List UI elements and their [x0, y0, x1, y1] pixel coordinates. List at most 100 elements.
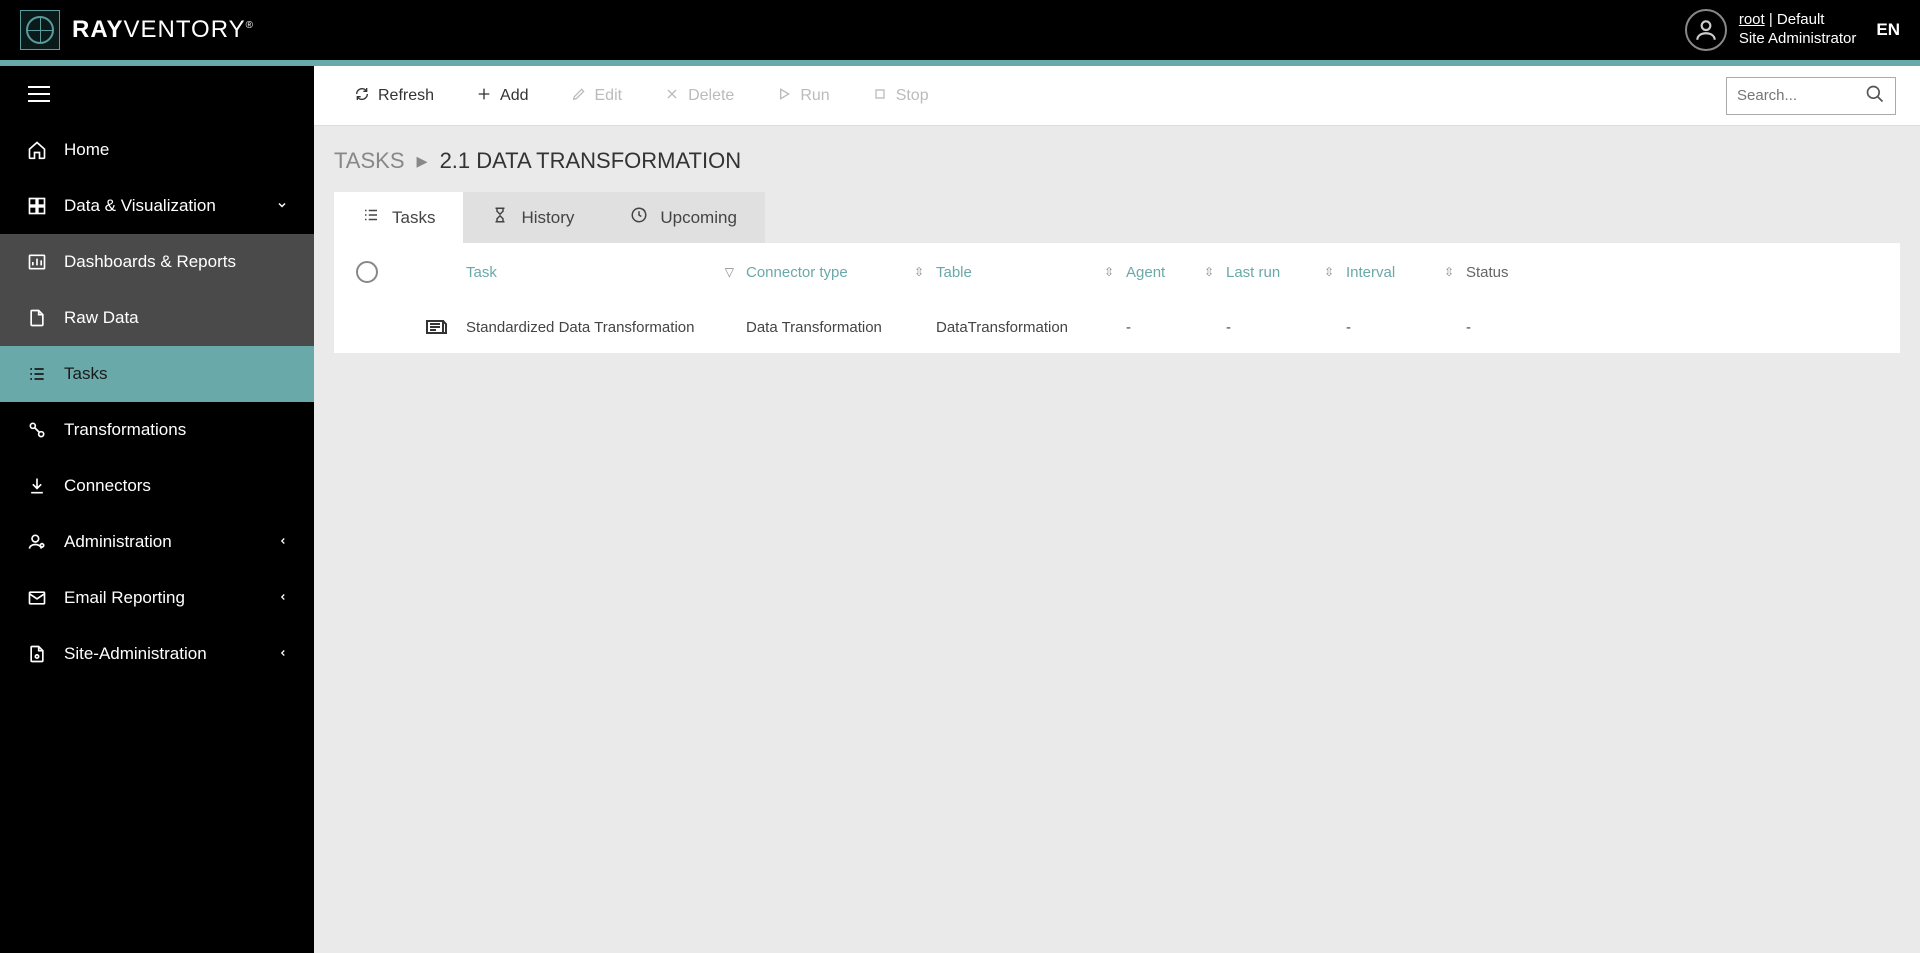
tab-upcoming[interactable]: Upcoming	[602, 192, 765, 243]
nav: Home Data & Visualization Dashboards & R…	[0, 122, 314, 953]
tasks-icon	[26, 364, 48, 384]
breadcrumb: TASKS ▸ 2.1 DATA TRANSFORMATION	[334, 148, 1900, 174]
column-header-last-run[interactable]: Last run ⇳	[1226, 264, 1346, 281]
sidebar-item-siteadmin[interactable]: Site-Administration	[0, 626, 314, 682]
sidebar-item-label: Site-Administration	[64, 644, 207, 664]
breadcrumb-current: 2.1 DATA TRANSFORMATION	[440, 148, 742, 174]
topbar-right: root | Default Site Administrator EN	[1685, 9, 1900, 51]
sidebar-item-dataviz[interactable]: Data & Visualization	[0, 178, 314, 234]
delete-button: Delete	[648, 78, 750, 114]
cell-connector-type: Data Transformation	[746, 319, 936, 336]
button-label: Run	[800, 87, 829, 105]
radar-icon	[26, 16, 54, 44]
chevron-left-icon	[278, 647, 288, 661]
column-label: Status	[1466, 264, 1509, 281]
admin-icon	[26, 532, 48, 552]
sort-icon: ⇳	[1204, 265, 1214, 279]
brand-text: RAYVENTORY®	[72, 16, 254, 44]
avatar	[1685, 9, 1727, 51]
user-role: Site Administrator	[1739, 30, 1857, 49]
select-all-toggle[interactable]	[356, 261, 378, 283]
sidebar-item-label: Transformations	[64, 420, 186, 440]
column-label: Last run	[1226, 264, 1280, 281]
sidebar-item-administration[interactable]: Administration	[0, 514, 314, 570]
plus-icon	[476, 86, 492, 106]
brand-bold: RAY	[72, 16, 123, 43]
menu-toggle[interactable]	[28, 86, 50, 102]
content: TASKS ▸ 2.1 DATA TRANSFORMATION Tasks Hi…	[314, 126, 1920, 953]
user-name: root	[1739, 11, 1765, 28]
column-header-connector-type[interactable]: Connector type ⇳	[746, 264, 936, 281]
search-input[interactable]	[1737, 87, 1865, 104]
column-header-table[interactable]: Table ⇳	[936, 264, 1126, 281]
list-icon	[362, 206, 380, 229]
sort-desc-icon: ▽	[725, 265, 734, 279]
column-label: Interval	[1346, 264, 1395, 281]
user-tenant: Default	[1777, 11, 1825, 28]
column-label: Connector type	[746, 264, 848, 281]
row-type-icon	[406, 315, 466, 339]
add-button[interactable]: Add	[460, 78, 544, 114]
breadcrumb-root[interactable]: TASKS	[334, 148, 405, 174]
sidebar: Home Data & Visualization Dashboards & R…	[0, 66, 314, 953]
cell-agent: -	[1126, 319, 1226, 336]
grid-panel: Task ▽ Connector type ⇳ Table ⇳ Agent ⇳	[334, 243, 1900, 353]
column-header-interval[interactable]: Interval ⇳	[1346, 264, 1466, 281]
column-header-task[interactable]: Task ▽	[466, 264, 746, 281]
user-box[interactable]: root | Default Site Administrator	[1685, 9, 1857, 51]
stop-icon	[872, 86, 888, 106]
search-button[interactable]	[1865, 84, 1885, 107]
tab-tasks[interactable]: Tasks	[334, 192, 463, 243]
dashboard-icon	[26, 252, 48, 272]
column-header-status[interactable]: Status	[1466, 264, 1546, 281]
email-icon	[26, 588, 48, 608]
topbar: RAYVENTORY® root | Default Site Administ…	[0, 0, 1920, 60]
main: Refresh Add Edit Delete	[314, 66, 1920, 953]
breadcrumb-separator: ▸	[417, 148, 428, 174]
sidebar-item-label: Email Reporting	[64, 588, 185, 608]
language-selector[interactable]: EN	[1876, 20, 1900, 40]
sort-icon: ⇳	[1324, 265, 1334, 279]
sidebar-item-connectors[interactable]: Connectors	[0, 458, 314, 514]
app-logo[interactable]	[20, 10, 60, 50]
sidebar-item-emailreporting[interactable]: Email Reporting	[0, 570, 314, 626]
cell-status: -	[1466, 319, 1546, 336]
tab-history[interactable]: History	[463, 192, 602, 243]
transformations-icon	[26, 420, 48, 440]
sort-icon: ⇳	[1444, 265, 1454, 279]
button-label: Edit	[595, 87, 623, 105]
sidebar-item-label: Tasks	[64, 364, 107, 384]
refresh-icon	[354, 86, 370, 106]
pencil-icon	[571, 86, 587, 106]
chevron-left-icon	[278, 591, 288, 605]
table-row[interactable]: Standardized Data Transformation Data Tr…	[334, 301, 1900, 353]
brand-light: VENTORY	[123, 16, 245, 43]
button-label: Refresh	[378, 87, 434, 105]
button-label: Delete	[688, 87, 734, 105]
document-icon	[26, 308, 48, 328]
chevron-down-icon	[276, 199, 288, 214]
sidebar-item-tasks[interactable]: Tasks	[0, 346, 314, 402]
edit-button: Edit	[555, 78, 639, 114]
topbar-left: RAYVENTORY®	[20, 10, 254, 50]
user-text: root | Default Site Administrator	[1739, 11, 1857, 49]
sidebar-item-rawdata[interactable]: Raw Data	[0, 290, 314, 346]
search-icon	[1865, 84, 1885, 104]
cell-table: DataTransformation	[936, 319, 1126, 336]
cell-last-run: -	[1226, 319, 1346, 336]
sidebar-item-label: Connectors	[64, 476, 151, 496]
sidebar-item-home[interactable]: Home	[0, 122, 314, 178]
refresh-button[interactable]: Refresh	[338, 78, 450, 114]
tab-label: History	[521, 208, 574, 228]
sidebar-item-dashboards[interactable]: Dashboards & Reports	[0, 234, 314, 290]
clock-icon	[630, 206, 648, 229]
sidebar-item-transformations[interactable]: Transformations	[0, 402, 314, 458]
column-header-agent[interactable]: Agent ⇳	[1126, 264, 1226, 281]
home-icon	[26, 140, 48, 160]
sidebar-item-label: Data & Visualization	[64, 196, 216, 216]
dataviz-icon	[26, 196, 48, 216]
sidebar-item-label: Raw Data	[64, 308, 139, 328]
button-label: Stop	[896, 87, 929, 105]
tabs: Tasks History Upcoming	[334, 192, 1900, 243]
x-icon	[664, 86, 680, 106]
